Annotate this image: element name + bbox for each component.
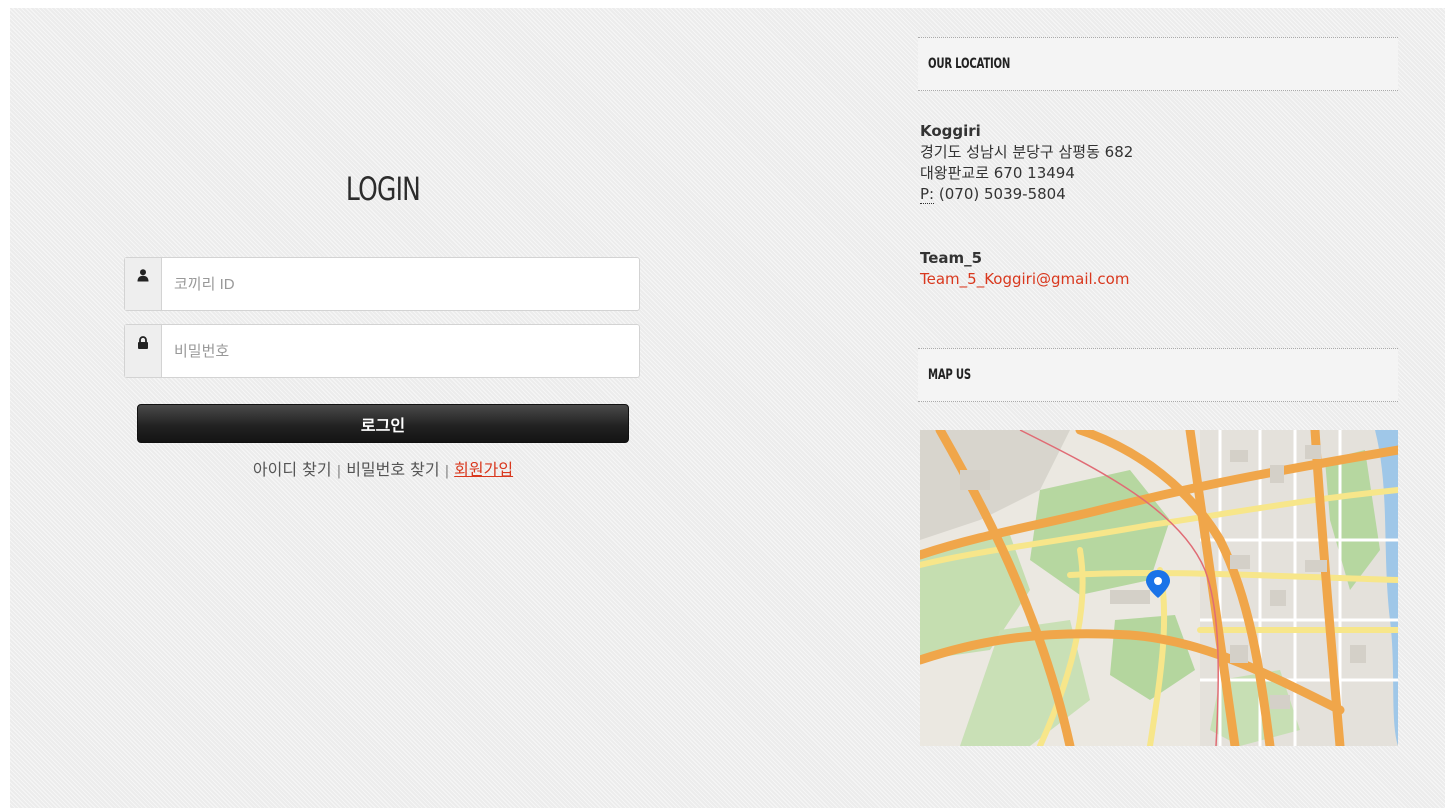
section-title: MAP US xyxy=(928,367,971,383)
phone-line: P: (070) 5039-5804 xyxy=(920,184,1133,205)
address-line: 경기도 성남시 분당구 삼평동 682 xyxy=(920,143,1134,161)
team-email-link[interactable]: Team_5_Koggiri@gmail.com xyxy=(920,270,1129,288)
login-links: 아이디 찾기 | 비밀번호 찾기 | 회원가입 xyxy=(137,456,629,480)
id-input-group xyxy=(124,257,640,311)
phone-number: (070) 5039-5804 xyxy=(938,185,1066,203)
find-password-link[interactable]: 비밀번호 찾기 xyxy=(346,460,439,479)
company-name: Koggiri xyxy=(920,122,981,140)
section-title: OUR LOCATION xyxy=(928,56,1011,72)
team-block: Team_5 Team_5_Koggiri@gmail.com xyxy=(920,248,1129,290)
location-map[interactable] xyxy=(920,430,1398,746)
password-input-group xyxy=(124,324,640,378)
address-line: 대왕판교로 670 13494 xyxy=(920,164,1075,182)
map-graphic xyxy=(920,430,1398,746)
link-separator: | xyxy=(444,464,450,479)
address-block: Koggiri 경기도 성남시 분당구 삼평동 682 대왕판교로 670 13… xyxy=(920,121,1133,205)
link-separator: | xyxy=(336,464,342,479)
password-input[interactable] xyxy=(162,325,639,377)
login-title: LOGIN xyxy=(345,170,421,208)
team-name: Team_5 xyxy=(920,249,983,267)
id-input[interactable] xyxy=(162,258,639,310)
signup-link[interactable]: 회원가입 xyxy=(454,460,513,479)
map-us-header: MAP US xyxy=(918,348,1398,402)
login-button[interactable]: 로그인 xyxy=(137,404,629,443)
user-icon xyxy=(125,258,162,310)
lock-icon xyxy=(125,325,162,377)
find-id-link[interactable]: 아이디 찾기 xyxy=(253,460,332,479)
phone-label: P: xyxy=(920,185,935,204)
our-location-header: OUR LOCATION xyxy=(918,37,1398,91)
